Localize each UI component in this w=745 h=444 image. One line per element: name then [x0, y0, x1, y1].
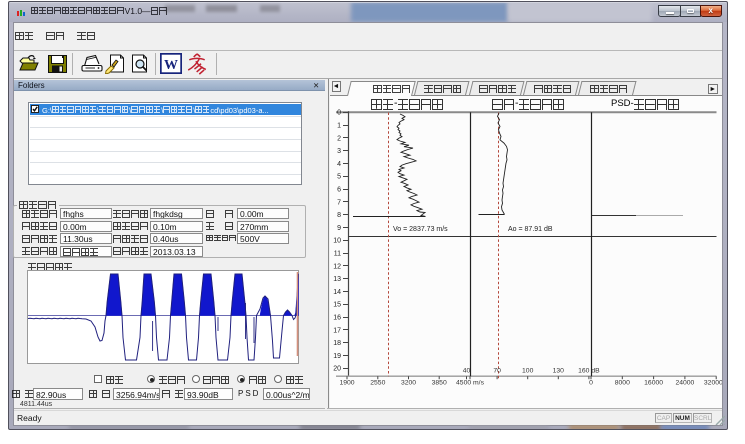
- svg-text:1900: 1900: [339, 380, 354, 387]
- svg-text:100: 100: [522, 368, 534, 375]
- svg-text:5: 5: [337, 174, 341, 181]
- svg-text:3200: 3200: [401, 380, 416, 387]
- svg-text:8000: 8000: [615, 380, 630, 387]
- svg-text:17: 17: [333, 327, 341, 334]
- svg-text:16: 16: [333, 315, 341, 322]
- svg-text:2: 2: [337, 135, 341, 142]
- svg-text:40: 40: [463, 368, 471, 375]
- svg-text:8: 8: [337, 212, 341, 219]
- svg-text:32000 u: 32000 u: [704, 380, 722, 387]
- svg-text:2550: 2550: [370, 380, 385, 387]
- svg-text:19: 19: [333, 353, 341, 360]
- svg-text:W: W: [164, 58, 178, 73]
- svg-text:18: 18: [333, 340, 341, 347]
- svg-text:12: 12: [333, 263, 341, 270]
- svg-text:160 dB: 160 dB: [578, 368, 600, 375]
- svg-text:Vo = 2837.73 m/s: Vo = 2837.73 m/s: [393, 226, 448, 233]
- svg-text:9: 9: [337, 225, 341, 232]
- svg-text:10: 10: [333, 238, 341, 245]
- svg-text:16000: 16000: [644, 380, 663, 387]
- svg-text:0: 0: [337, 110, 341, 117]
- svg-text:13: 13: [333, 276, 341, 283]
- svg-text:4500 m/s: 4500 m/s: [456, 380, 485, 387]
- svg-text:0: 0: [589, 380, 593, 387]
- svg-text:3: 3: [337, 148, 341, 155]
- svg-text:Ao = 87.91 dB: Ao = 87.91 dB: [508, 226, 553, 233]
- svg-text:7: 7: [337, 199, 341, 206]
- svg-text:24000: 24000: [675, 380, 694, 387]
- svg-text:130: 130: [553, 368, 565, 375]
- svg-text:11: 11: [334, 251, 341, 258]
- svg-text:15: 15: [333, 302, 341, 309]
- svg-text:1: 1: [337, 123, 341, 130]
- svg-text:6: 6: [337, 187, 341, 194]
- svg-text:20: 20: [333, 366, 341, 373]
- svg-text:14: 14: [333, 289, 341, 296]
- svg-text:3850: 3850: [432, 380, 447, 387]
- svg-text:4: 4: [337, 161, 341, 168]
- svg-text:70: 70: [493, 368, 501, 375]
